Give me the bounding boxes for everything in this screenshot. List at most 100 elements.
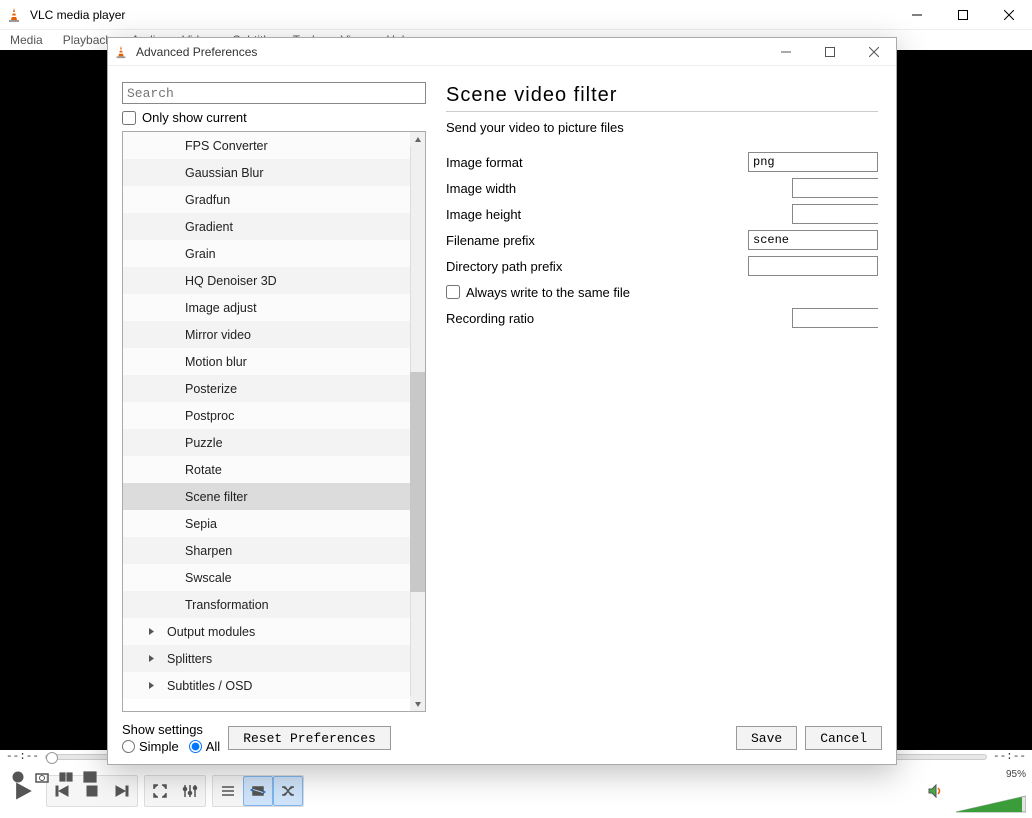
- tree-item-label: Motion blur: [185, 355, 247, 369]
- panel-description: Send your video to picture files: [446, 120, 878, 135]
- chevron-right-icon[interactable]: [147, 681, 159, 690]
- scroll-thumb[interactable]: [410, 372, 425, 592]
- tree-item[interactable]: HQ Denoiser 3D: [123, 267, 410, 294]
- save-button[interactable]: Save: [736, 726, 797, 750]
- tree-item-label: Scene filter: [185, 490, 248, 504]
- tree-item-label: Swscale: [185, 571, 232, 585]
- dialog-title: Advanced Preferences: [136, 45, 764, 59]
- vlc-cone-icon: [114, 45, 128, 59]
- preferences-dialog: Advanced Preferences Only show current F…: [107, 37, 897, 765]
- always-same-file-checkbox[interactable]: Always write to the same file: [446, 285, 630, 300]
- directory-prefix-input[interactable]: [748, 256, 878, 276]
- show-settings-all-radio[interactable]: All: [189, 739, 220, 754]
- tree-item-label: Postproc: [185, 409, 234, 423]
- image-width-label: Image width: [446, 181, 792, 196]
- tree-item[interactable]: Image adjust: [123, 294, 410, 321]
- tree-item[interactable]: Motion blur: [123, 348, 410, 375]
- main-close-button[interactable]: [986, 0, 1032, 29]
- volume-slider[interactable]: [956, 794, 1026, 814]
- image-height-spinner[interactable]: [792, 204, 878, 224]
- ext-settings-button[interactable]: [175, 776, 205, 806]
- reset-preferences-button[interactable]: Reset Preferences: [228, 726, 391, 750]
- main-titlebar: VLC media player: [0, 0, 1032, 30]
- tree-item-label: Rotate: [185, 463, 222, 477]
- snapshot-button[interactable]: [30, 766, 54, 788]
- tree-item-label: Puzzle: [185, 436, 223, 450]
- tree-item-label: Posterize: [185, 382, 237, 396]
- tree-item[interactable]: Output modules: [123, 618, 410, 645]
- tree-item-label: Image adjust: [185, 301, 257, 315]
- tree-item-label: Splitters: [167, 652, 212, 666]
- tree-item[interactable]: Subtitles / OSD: [123, 672, 410, 699]
- chevron-right-icon[interactable]: [147, 627, 159, 636]
- only-show-current-checkbox[interactable]: Only show current: [122, 110, 426, 125]
- tree-item[interactable]: Puzzle: [123, 429, 410, 456]
- recording-ratio-label: Recording ratio: [446, 311, 792, 326]
- filename-prefix-label: Filename prefix: [446, 233, 748, 248]
- search-input[interactable]: [122, 82, 426, 104]
- scroll-up-arrow[interactable]: [410, 132, 425, 147]
- tree-item[interactable]: Gradfun: [123, 186, 410, 213]
- tree-item[interactable]: Mirror video: [123, 321, 410, 348]
- dialog-maximize-button[interactable]: [808, 38, 852, 65]
- tree-item-label: HQ Denoiser 3D: [185, 274, 277, 288]
- time-elapsed: --:--: [6, 751, 39, 763]
- tree-item-label: Subtitles / OSD: [167, 679, 252, 693]
- only-show-current-label: Only show current: [142, 110, 247, 125]
- tree-item[interactable]: Gradient: [123, 213, 410, 240]
- tree-item[interactable]: Transformation: [123, 591, 410, 618]
- tree-item-label: Sepia: [185, 517, 217, 531]
- tree-item[interactable]: Postproc: [123, 402, 410, 429]
- tree-item-label: Gaussian Blur: [185, 166, 264, 180]
- image-width-spinner[interactable]: [792, 178, 878, 198]
- tree-item-label: Output modules: [167, 625, 255, 639]
- loop-button[interactable]: [243, 776, 273, 806]
- fullscreen-button[interactable]: [145, 776, 175, 806]
- directory-prefix-label: Directory path prefix: [446, 259, 748, 274]
- tree-item[interactable]: Splitters: [123, 645, 410, 672]
- vlc-cone-icon: [6, 7, 22, 23]
- tree-item[interactable]: Sharpen: [123, 537, 410, 564]
- main-minimize-button[interactable]: [894, 0, 940, 29]
- tree-item-label: Gradient: [185, 220, 233, 234]
- scroll-down-arrow[interactable]: [410, 696, 425, 711]
- image-format-label: Image format: [446, 155, 748, 170]
- menu-media[interactable]: Media: [2, 31, 51, 49]
- show-settings-simple-radio[interactable]: Simple: [122, 739, 179, 754]
- tree-item[interactable]: Scene filter: [123, 483, 410, 510]
- panel-title: Scene video filter: [446, 84, 878, 107]
- always-same-file-label: Always write to the same file: [466, 285, 630, 300]
- image-height-label: Image height: [446, 207, 792, 222]
- mute-button[interactable]: [920, 776, 950, 806]
- tree-item[interactable]: Gaussian Blur: [123, 159, 410, 186]
- dialog-minimize-button[interactable]: [764, 38, 808, 65]
- chevron-right-icon[interactable]: [147, 654, 159, 663]
- tree-item[interactable]: FPS Converter: [123, 132, 410, 159]
- dialog-close-button[interactable]: [852, 38, 896, 65]
- image-format-input[interactable]: [748, 152, 878, 172]
- cancel-button[interactable]: Cancel: [805, 726, 882, 750]
- next-button[interactable]: [107, 776, 137, 806]
- tree-item-label: FPS Converter: [185, 139, 268, 153]
- atob-loop-button[interactable]: [54, 766, 78, 788]
- tree-item-label: Gradfun: [185, 193, 230, 207]
- tree-item[interactable]: Rotate: [123, 456, 410, 483]
- main-maximize-button[interactable]: [940, 0, 986, 29]
- tree-item-label: Grain: [185, 247, 216, 261]
- tree-item[interactable]: Sepia: [123, 510, 410, 537]
- playlist-button[interactable]: [213, 776, 243, 806]
- tree-item[interactable]: Swscale: [123, 564, 410, 591]
- frame-step-button[interactable]: [78, 766, 102, 788]
- tree-item[interactable]: Posterize: [123, 375, 410, 402]
- tree-item-label: Sharpen: [185, 544, 232, 558]
- recording-ratio-spinner[interactable]: [792, 308, 878, 328]
- preferences-tree[interactable]: FPS Converter Gaussian Blur Gradfun Gradien…: [123, 132, 410, 711]
- show-settings-label: Show settings: [122, 722, 220, 737]
- main-window-title: VLC media player: [30, 8, 894, 22]
- time-total: --:--: [993, 751, 1026, 763]
- random-button[interactable]: [273, 776, 303, 806]
- tree-item[interactable]: Grain: [123, 240, 410, 267]
- dialog-titlebar: Advanced Preferences: [108, 38, 896, 66]
- filename-prefix-input[interactable]: [748, 230, 878, 250]
- record-button[interactable]: [6, 766, 30, 788]
